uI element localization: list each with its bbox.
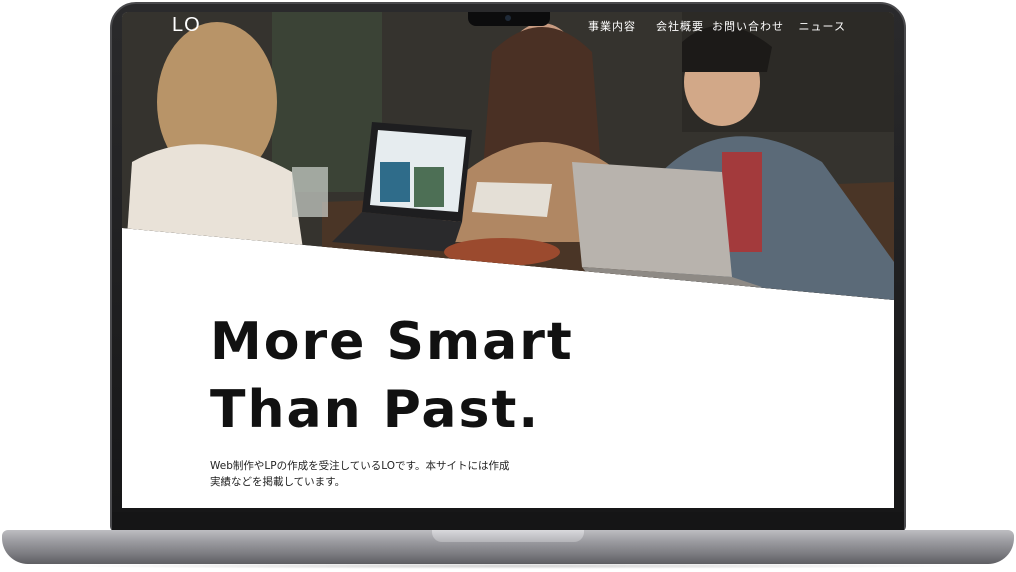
hero-headline-line2: Than Past. [210, 380, 541, 440]
camera-icon [505, 15, 511, 21]
laptop-bezel-bottom [112, 512, 904, 532]
site-logo[interactable]: LO [172, 14, 201, 37]
nav-item-contact[interactable]: お問い合わせ [712, 18, 784, 34]
hero-headline-line1: More Smart [210, 312, 574, 372]
laptop-base-opening [432, 530, 584, 542]
nav-item-company[interactable]: 会社概要 [656, 18, 704, 34]
nav-item-services[interactable]: 事業内容 [588, 18, 636, 34]
hero-headline: More Smart Than Past. [210, 308, 730, 444]
hero-photo-illustration [122, 12, 894, 300]
nav-item-news[interactable]: ニュース [799, 18, 846, 34]
hero-image [122, 12, 894, 300]
laptop-shadow [40, 563, 976, 569]
laptop-screen: LO 事業内容 会社概要 お問い合わせ ニュース More Smart Than… [122, 12, 894, 508]
hero-lead-text: Web制作やLPの作成を受注しているLOです。本サイトには作成実績などを掲載して… [210, 460, 510, 488]
